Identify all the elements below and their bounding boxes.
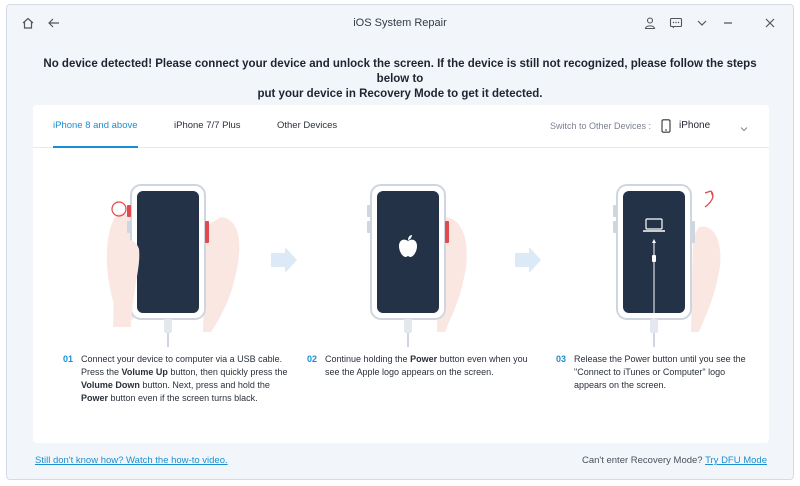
step-number: 02 [307, 354, 318, 364]
tab-iphone-8-and-above[interactable]: iPhone 8 and above [53, 105, 138, 148]
chevron-down-icon [739, 121, 749, 139]
how-to-video-link[interactable]: Still don't know how? Watch the how-to v… [35, 455, 228, 466]
headline-line-1: No device detected! Please connect your … [43, 58, 757, 85]
minimize-chevron-icon[interactable] [693, 14, 711, 32]
no-device-headline: No device detected! Please connect your … [27, 57, 773, 102]
device-type-dropdown[interactable]: iPhone [657, 117, 755, 135]
title-bar: iOS System Repair [7, 5, 793, 41]
device-tabs: iPhone 8 and above iPhone 7/7 Plus Other… [33, 105, 769, 148]
tab-other-devices[interactable]: Other Devices [277, 105, 337, 147]
tab-iphone-7-plus[interactable]: iPhone 7/7 Plus [174, 105, 241, 147]
dfu-mode-prompt: Can't enter Recovery Mode? Try DFU Mode [582, 455, 767, 466]
step-1-illustration [93, 157, 283, 347]
step-number: 03 [556, 354, 567, 364]
emphasis: Volume Up [121, 367, 168, 377]
phone-icon [661, 119, 671, 138]
device-type-value: iPhone [679, 120, 711, 131]
switch-device-label: Switch to Other Devices : [549, 121, 651, 131]
step-2-instructions: 02 Continue holding the Power button eve… [307, 354, 528, 377]
emphasis: Volume Down [81, 380, 140, 390]
feedback-icon[interactable] [667, 14, 685, 32]
minimize-icon[interactable] [719, 14, 737, 32]
step-3-instructions: 03 Release the Power button until you se… [556, 354, 746, 390]
close-icon[interactable] [761, 14, 779, 32]
step-arrow-icon [269, 245, 299, 280]
user-icon[interactable] [641, 14, 659, 32]
emphasis: Power [81, 393, 109, 403]
recovery-mode-text: Can't enter Recovery Mode? [581, 455, 703, 466]
recovery-guide-card: iPhone 8 and above iPhone 7/7 Plus Other… [33, 105, 769, 443]
step-3-illustration [579, 157, 769, 347]
headline-line-2: put your device in Recovery Mode to get … [257, 88, 543, 100]
try-dfu-mode-link[interactable]: Try DFU Mode [705, 455, 767, 466]
step-number: 01 [63, 354, 74, 364]
step-1-instructions: 01 Connect your device to computer via a… [63, 354, 288, 403]
emphasis: Power [410, 354, 438, 364]
step-arrow-icon [513, 245, 543, 280]
step-2-illustration [333, 157, 523, 347]
app-window: iOS System Repair No device detected! Pl… [6, 4, 794, 480]
